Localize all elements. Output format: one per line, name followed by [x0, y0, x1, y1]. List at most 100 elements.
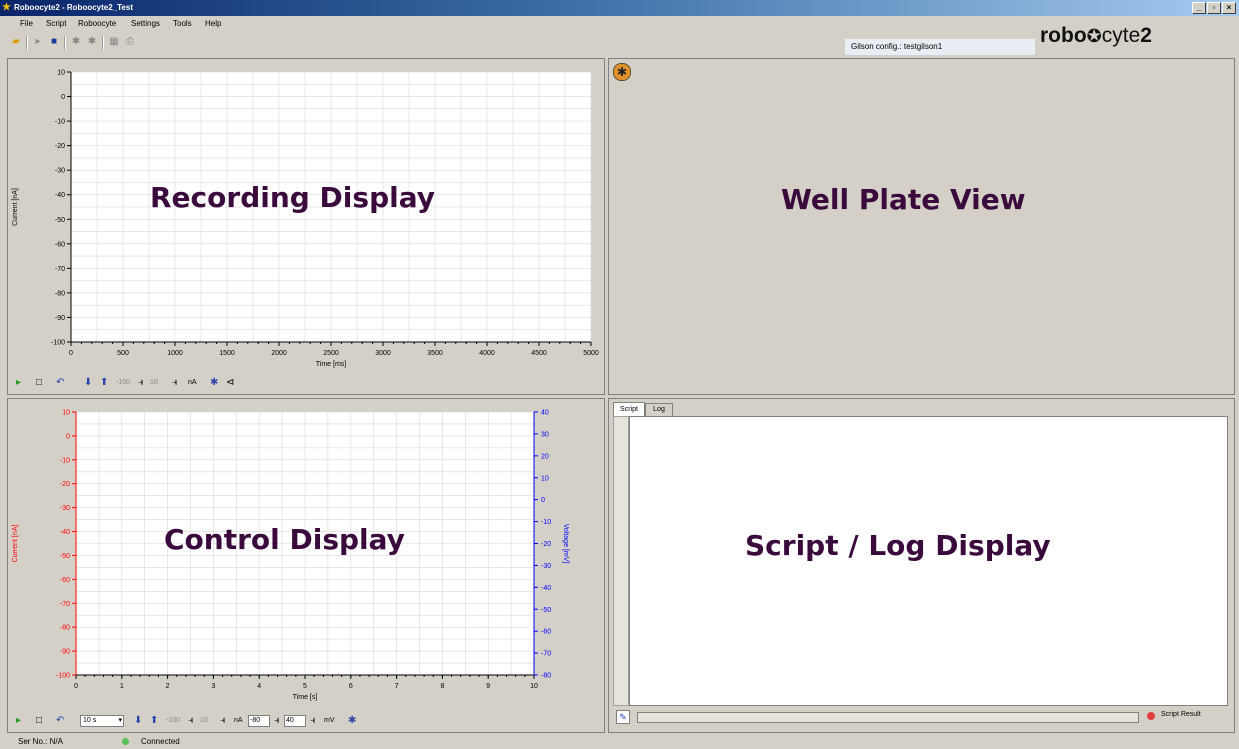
tab-log[interactable]: Log: [645, 403, 673, 416]
y-tick-label: -70: [55, 266, 65, 273]
connection-status: Connected: [141, 737, 180, 746]
menu-help[interactable]: Help: [205, 19, 221, 28]
toolbar-separator: [26, 36, 28, 50]
y2-tick-label: -30: [541, 563, 551, 570]
recording-panel: 0 500 1000 1500 2000 2500 3000 3500 4000 4500 5000…: [7, 58, 605, 395]
ymin-value[interactable]: -100: [166, 715, 180, 727]
well-plate-star-icon[interactable]: ✱: [613, 63, 631, 81]
zoom-out-icon[interactable]: ⊲: [226, 377, 234, 389]
ymin-value[interactable]: -100: [116, 377, 130, 389]
ymax-value[interactable]: 10: [150, 377, 158, 389]
pin-up-icon[interactable]: ⬆: [150, 715, 158, 727]
undo-icon[interactable]: ↶: [56, 715, 64, 727]
script-log-panel: Script Log ✎ Script Result Script / Log …: [608, 398, 1235, 733]
spin-icon[interactable]: ⫣: [138, 377, 144, 389]
control-panel: 0 1 2 3 4 5 6 7 8 9 10 10 0 -10 -20 -30 -40 -50 -60 -70 -80 -…: [7, 398, 605, 733]
unit-label: nA: [188, 379, 197, 386]
y2-tick-label: -80: [541, 673, 551, 680]
ymax-value[interactable]: 10: [200, 715, 208, 727]
y2-axis-label: Voltage [mV]: [562, 524, 569, 564]
stop-square-icon[interactable]: □: [36, 377, 42, 389]
pin-up-icon[interactable]: ⬆: [100, 377, 108, 389]
grid-icon[interactable]: ▦: [108, 36, 120, 48]
gear-icon[interactable]: ✱: [348, 715, 356, 727]
y-tick-label: -100: [51, 340, 65, 347]
logo-text-post: cyte: [1101, 24, 1141, 47]
well-plate-panel: ✱ Well Plate View: [608, 58, 1235, 395]
control-chart: 0 1 2 3 4 5 6 7 8 9 10 10 0 -10 -20 -30 -40 -50 -60 -70 -80 -…: [12, 410, 569, 702]
x-tick-label: 4000: [479, 350, 495, 357]
x-tick-label: 7: [395, 683, 399, 690]
recording-toolbar: ▸ □ ↶ ⬇ ⬆ -100 ⫣ 10 ⫣ nA ✱ ⊲: [14, 377, 594, 391]
script-progress-bar: [637, 712, 1139, 723]
time-range-select[interactable]: 10 s ▾: [80, 715, 124, 727]
y-tick-label: -60: [55, 241, 65, 248]
y-tick-label: -10: [55, 119, 65, 126]
x-tick-label: 3500: [427, 350, 443, 357]
chevron-down-icon: ▾: [118, 717, 122, 724]
y-tick-label: -40: [55, 192, 65, 199]
play-icon[interactable]: ▸: [32, 36, 44, 48]
gear-icon[interactable]: ✱: [70, 36, 82, 48]
pin-down-icon[interactable]: ⬇: [134, 715, 142, 727]
x-tick-label: 2000: [271, 350, 287, 357]
y2-tick-label: 10: [541, 475, 549, 482]
tab-script[interactable]: Script: [613, 402, 645, 416]
edit-script-icon[interactable]: ✎: [616, 710, 630, 724]
menu-roboocyte[interactable]: Roboocyte: [78, 19, 116, 28]
spin-icon[interactable]: ⫣: [220, 715, 226, 727]
vmax-input[interactable]: 40: [284, 715, 306, 727]
roboocyte-logo: robo✪cyte2: [1040, 24, 1152, 48]
recording-chart: 0 500 1000 1500 2000 2500 3000 3500 4000 4500 5000…: [12, 70, 599, 369]
open-folder-icon[interactable]: ▰: [10, 36, 22, 48]
close-button[interactable]: ×: [1222, 2, 1236, 14]
undo-icon[interactable]: ↶: [56, 377, 64, 389]
x-tick-label: 3: [211, 683, 215, 690]
script-result-label: Script Result: [1161, 711, 1201, 718]
play-icon[interactable]: ▸: [16, 377, 21, 389]
vmin-input[interactable]: -80: [248, 715, 270, 727]
x-tick-label: 4: [257, 683, 261, 690]
stop-square-icon[interactable]: □: [36, 715, 42, 727]
gear-icon[interactable]: ✱: [210, 377, 218, 389]
spin-icon[interactable]: ⫣: [274, 715, 280, 727]
spin-icon[interactable]: ⫣: [188, 715, 194, 727]
serial-number: Ser No.: N/A: [18, 737, 63, 746]
unit-v-label: mV: [324, 717, 335, 724]
maximize-button[interactable]: ▫: [1207, 2, 1221, 14]
y-tick-label: -30: [55, 168, 65, 175]
y2-tick-label: -70: [541, 651, 551, 658]
menu-file[interactable]: File: [20, 19, 33, 28]
toolbar-separator: [64, 36, 66, 50]
y-tick-label: -50: [60, 553, 70, 560]
x-tick-label: 1: [120, 683, 124, 690]
y-tick-label: -80: [55, 290, 65, 297]
stop-icon[interactable]: ■: [48, 36, 60, 48]
spin-icon[interactable]: ⫣: [310, 715, 316, 727]
pin-down-icon[interactable]: ⬇: [84, 377, 92, 389]
x-tick-label: 8: [440, 683, 444, 690]
spin-icon[interactable]: ⫣: [172, 377, 178, 389]
menu-settings[interactable]: Settings: [131, 19, 160, 28]
menu-script[interactable]: Script: [46, 19, 66, 28]
y-tick-label: -50: [55, 217, 65, 224]
gear-alt-icon[interactable]: ✱: [86, 36, 98, 48]
menu-bar: File Script Roboocyte Settings Tools Hel…: [0, 16, 700, 32]
minimize-button[interactable]: _: [1192, 2, 1206, 14]
print-icon[interactable]: ⎙: [124, 36, 136, 48]
unit-a-label: nA: [234, 717, 243, 724]
x-tick-label: 10: [530, 683, 538, 690]
y-tick-label: 10: [62, 410, 70, 417]
x-tick-label: 0: [74, 683, 78, 690]
status-bar: Ser No.: N/A Connected: [0, 734, 1239, 749]
script-result-led-icon: [1147, 712, 1155, 720]
time-range-value: 10 s: [83, 717, 97, 724]
x-tick-label: 5: [303, 683, 307, 690]
y-tick-label: 0: [66, 433, 70, 440]
x-tick-label: 6: [349, 683, 353, 690]
y2-tick-label: -60: [541, 629, 551, 636]
y-tick-label: -80: [60, 625, 70, 632]
menu-tools[interactable]: Tools: [173, 19, 192, 28]
y2-tick-label: -20: [541, 541, 551, 548]
play-icon[interactable]: ▸: [16, 715, 21, 727]
